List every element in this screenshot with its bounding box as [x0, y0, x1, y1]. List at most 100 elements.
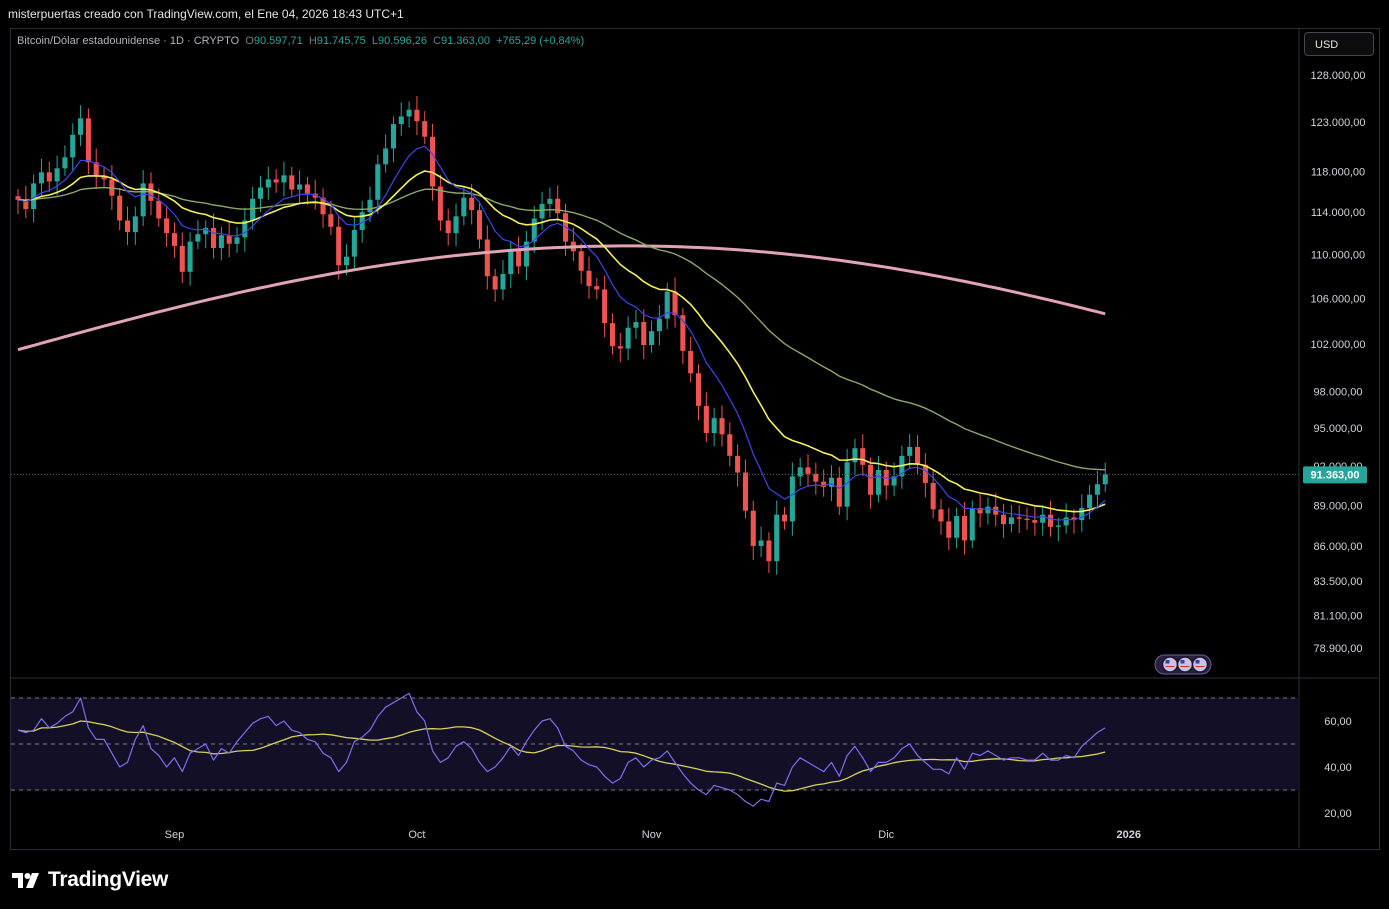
candle-body — [586, 270, 592, 287]
time-tick-label: 2026 — [1116, 829, 1140, 841]
candle-body — [422, 121, 428, 137]
rsi-tick-label: 60,00 — [1324, 716, 1352, 728]
currency-button[interactable]: USD — [1304, 32, 1374, 56]
us-flag-icon[interactable] — [1191, 656, 1209, 673]
candle-body — [609, 323, 616, 347]
candle-body — [1094, 484, 1100, 495]
symbol-legend: Bitcoin/Dólar estadounidense · 1D · CRYP… — [17, 35, 584, 47]
candle-body — [797, 467, 803, 477]
time-tick-label: Dic — [878, 829, 894, 841]
time-tick-label: Oct — [408, 829, 425, 841]
candle-body — [789, 476, 795, 522]
candle-body — [445, 220, 451, 234]
candle-body — [664, 291, 670, 319]
price-tick-label: 98.000,00 — [1314, 386, 1363, 398]
candle-body — [1040, 514, 1046, 523]
candle-body — [617, 346, 623, 349]
symbol-name[interactable]: Bitcoin/Dólar estadounidense · 1D · CRYP… — [17, 35, 239, 47]
candle-body — [602, 289, 608, 324]
candle-body — [875, 469, 881, 495]
candle-body — [555, 198, 561, 214]
candle-body — [1063, 517, 1069, 526]
candle-body — [508, 250, 514, 275]
candle-body — [836, 477, 842, 507]
candle-body — [782, 514, 788, 522]
brand-name: TradingView — [48, 868, 169, 891]
candle-body — [750, 510, 756, 546]
candle-body — [954, 516, 960, 538]
candle-body — [171, 233, 177, 246]
candle-body — [516, 250, 522, 267]
candle-body — [914, 446, 921, 465]
candle-body — [985, 506, 991, 514]
high-value: 91.745,75 — [316, 35, 366, 47]
price-tick-label: 78.900,00 — [1314, 643, 1363, 655]
candle-body — [969, 508, 975, 541]
rsi-tick-label: 40,00 — [1324, 762, 1352, 774]
candle-body — [156, 200, 162, 219]
candle-body — [375, 164, 381, 200]
candle-body — [813, 473, 819, 482]
tradingview-logo-icon — [12, 873, 39, 888]
us-flag-canton — [1180, 660, 1185, 664]
candle-body — [469, 197, 475, 211]
time-tick-label: Nov — [642, 829, 662, 841]
price-tick-label: 86.000,00 — [1314, 541, 1363, 553]
candle-body — [281, 175, 287, 183]
candle-body — [437, 186, 443, 221]
candle-body — [453, 216, 459, 234]
candle-body — [390, 124, 396, 149]
candle-body — [187, 241, 193, 272]
candle-body — [946, 521, 952, 538]
tradingview-logo[interactable]: TradingView — [12, 868, 168, 892]
candle-body — [594, 286, 600, 290]
candle-body — [907, 446, 913, 456]
us-flag-icon[interactable] — [1176, 656, 1194, 673]
candle-body — [649, 331, 655, 346]
candle-body — [78, 118, 84, 135]
candle-body — [164, 218, 170, 234]
chart-svg[interactable]: 128.000,00 123.000,00 118.000,00 114.000,00… — [0, 0, 1389, 909]
candle-body — [1087, 494, 1093, 509]
price-tick-label: 106.000,00 — [1310, 293, 1365, 305]
candle-body — [62, 157, 68, 169]
change-value: +765,29 (+0,84%) — [496, 35, 585, 47]
candle-body — [727, 434, 733, 456]
candle-body — [289, 175, 295, 190]
candle-body — [930, 482, 936, 510]
price-tick-label: 110.000,00 — [1311, 249, 1365, 261]
candle-body — [1047, 514, 1054, 527]
candle-body — [1001, 514, 1007, 525]
candle-body — [124, 220, 131, 233]
price-tick-label: 95.000,00 — [1314, 423, 1363, 435]
open-value: 90.597,71 — [253, 35, 303, 47]
candle-body — [774, 514, 780, 562]
candle-body — [695, 373, 702, 406]
candle-body — [961, 516, 967, 541]
price-tick-label: 81.100,00 — [1314, 610, 1363, 622]
candle-body — [367, 199, 373, 213]
candle-body — [414, 109, 420, 122]
candle-body — [179, 245, 185, 272]
candle-body — [1032, 520, 1038, 523]
candle-body — [805, 467, 811, 474]
candle-body — [398, 116, 404, 125]
candle-body — [211, 227, 217, 249]
candle-body — [1016, 517, 1022, 519]
candle-body — [195, 234, 201, 242]
candle-body — [578, 251, 584, 271]
candle-body — [735, 455, 741, 473]
price-tick-label: 118.000,00 — [1311, 166, 1365, 178]
candle-body — [54, 168, 60, 182]
candle-body — [46, 172, 52, 182]
time-tick-label: Sep — [165, 829, 185, 841]
candle-body — [226, 235, 232, 244]
candle-body — [766, 540, 772, 562]
candle-body — [351, 229, 357, 257]
price-tick-label: 123.000,00 — [1310, 117, 1365, 129]
candle-body — [688, 350, 694, 374]
candle-body — [633, 322, 639, 328]
candle-body — [547, 198, 553, 204]
candle-body — [656, 318, 662, 332]
us-flag-icon[interactable] — [1161, 656, 1179, 673]
